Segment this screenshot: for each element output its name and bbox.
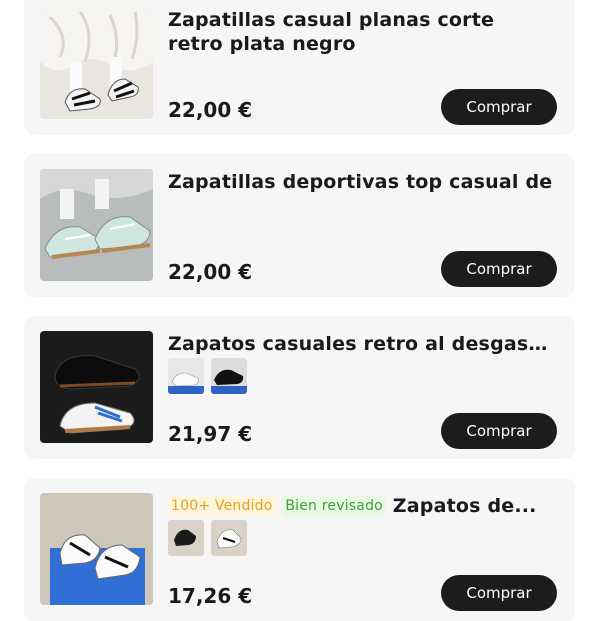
sold-badge: 100+ Vendido bbox=[168, 496, 276, 516]
product-image[interactable] bbox=[40, 169, 153, 281]
product-card[interactable]: Zapatillas casual planas corte retro pla… bbox=[24, 0, 575, 135]
product-price: 17,26 € bbox=[168, 584, 253, 608]
variant-thumbnail[interactable] bbox=[211, 520, 247, 556]
review-badge: Bien revisado bbox=[282, 496, 386, 516]
product-price: 21,97 € bbox=[168, 422, 253, 446]
product-image[interactable] bbox=[40, 493, 153, 605]
product-image[interactable] bbox=[40, 331, 153, 443]
product-card[interactable]: Zapatillas deportivas top casual de 22,0… bbox=[24, 154, 575, 297]
product-title-text: Zapatos casuales retro al desgaste... bbox=[168, 333, 555, 355]
buy-button[interactable]: Comprar bbox=[441, 413, 557, 449]
product-image[interactable] bbox=[40, 7, 153, 119]
product-card[interactable]: Zapatos casuales retro al desgaste... 21… bbox=[24, 316, 575, 459]
product-title[interactable]: 100+ Vendido Bien revisado Zapatos de... bbox=[168, 494, 555, 518]
product-price: 22,00 € bbox=[168, 98, 253, 122]
product-title-text: Zapatos de... bbox=[392, 495, 537, 517]
buy-button[interactable]: Comprar bbox=[441, 89, 557, 125]
product-price: 22,00 € bbox=[168, 260, 253, 284]
variant-thumbnail[interactable] bbox=[211, 358, 247, 394]
product-title[interactable]: Zapatos casuales retro al desgaste... bbox=[168, 332, 555, 356]
buy-button[interactable]: Comprar bbox=[441, 575, 557, 611]
product-title[interactable]: Zapatillas deportivas top casual de bbox=[168, 170, 555, 194]
variant-thumbnail[interactable] bbox=[168, 520, 204, 556]
variant-thumbnail[interactable] bbox=[168, 358, 204, 394]
product-title[interactable]: Zapatillas casual planas corte retro pla… bbox=[168, 8, 555, 56]
buy-button[interactable]: Comprar bbox=[441, 251, 557, 287]
